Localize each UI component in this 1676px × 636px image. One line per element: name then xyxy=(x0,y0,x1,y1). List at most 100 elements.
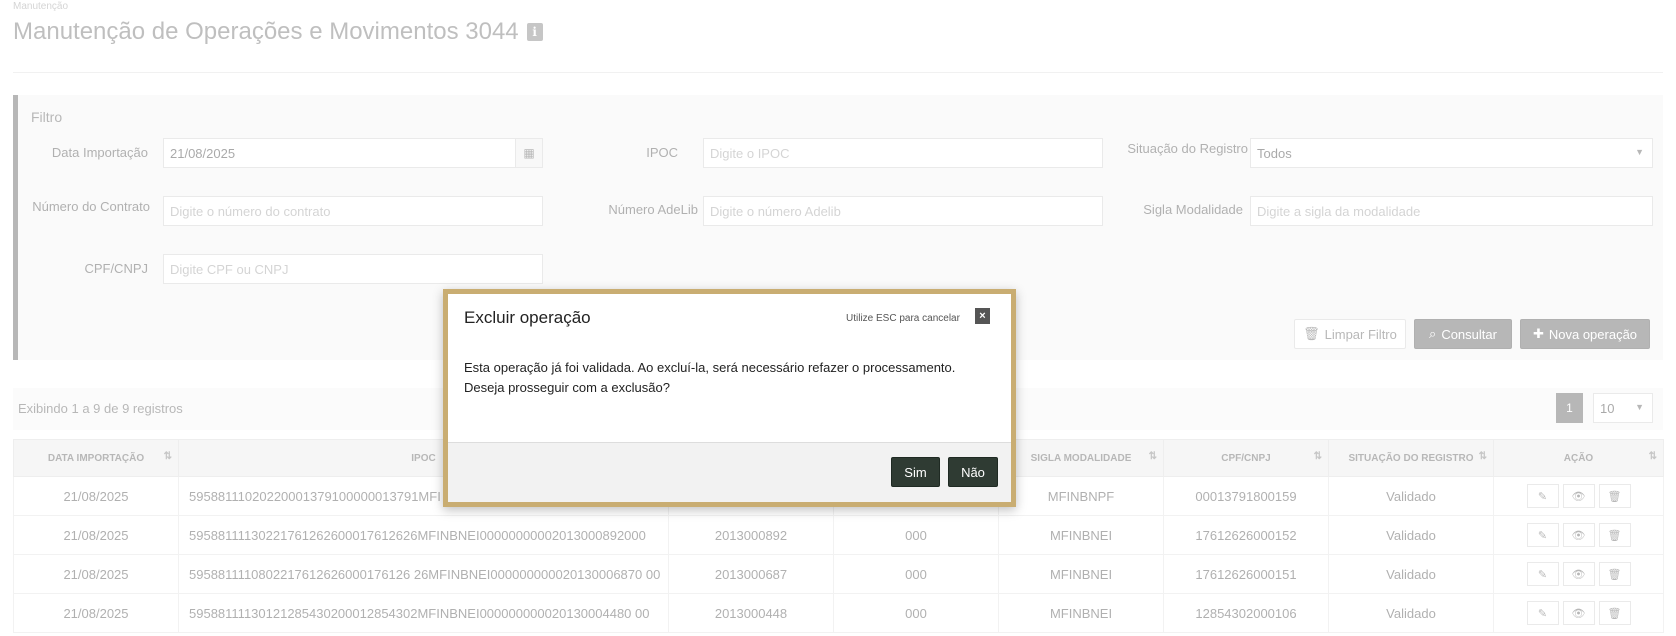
sort-icon: ⇅ xyxy=(1313,451,1322,462)
confirm-no-button[interactable]: Não xyxy=(948,457,998,487)
records-count: Exibindo 1 a 9 de 9 registros xyxy=(18,401,183,416)
cell-data: 21/08/2025 xyxy=(13,554,179,594)
cell-data: 21/08/2025 xyxy=(13,476,179,516)
ipoc-label: IPOC xyxy=(646,145,678,160)
col-data-importacao[interactable]: DATA IMPORTAÇÃO ⇅ xyxy=(13,439,179,477)
trash-icon[interactable]: 🗑 xyxy=(1598,601,1631,625)
consultar-button[interactable]: ⌕ Consultar xyxy=(1414,319,1512,349)
edit-icon[interactable]: ✎ xyxy=(1526,562,1559,586)
dialog-message: Esta operação já foi validada. Ao excluí… xyxy=(464,358,955,398)
cell-situacao: Validado xyxy=(1328,554,1494,594)
cell-acao: ✎ 👁 🗑 xyxy=(1493,515,1664,555)
cpf-cnpj-input[interactable]: Digite CPF ou CNPJ xyxy=(163,254,543,284)
numero-contrato-input[interactable]: Digite o número do contrato xyxy=(163,196,543,226)
cell-cpf-cnpj: 17612626000152 xyxy=(1163,515,1329,555)
dialog-footer: Sim Não xyxy=(448,442,1011,502)
info-icon[interactable]: i xyxy=(526,23,543,41)
data-importacao-field[interactable]: 21/08/2025 ▦ xyxy=(163,138,543,168)
cell-situacao: Validado xyxy=(1328,476,1494,516)
cell-data: 21/08/2025 xyxy=(13,515,179,555)
cell-code: 000 xyxy=(833,515,999,555)
cell-adelib: 2013000892 xyxy=(668,515,834,555)
cell-code: 000 xyxy=(833,593,999,633)
filter-title: Filtro xyxy=(31,109,63,125)
cell-ipoc: 5958811110802217612626000176126 26MFINBN… xyxy=(178,554,669,594)
eye-icon[interactable]: 👁 xyxy=(1562,484,1595,508)
trash-icon[interactable]: 🗑 xyxy=(1598,523,1631,547)
trash-icon: 🗑 xyxy=(1303,326,1320,341)
cell-acao: ✎ 👁 🗑 xyxy=(1493,593,1664,633)
esc-hint: Utilize ESC para cancelar xyxy=(846,313,960,324)
eye-icon[interactable]: 👁 xyxy=(1562,523,1595,547)
close-icon[interactable]: × xyxy=(975,308,990,324)
edit-icon[interactable]: ✎ xyxy=(1526,484,1559,508)
delete-dialog-body: Excluir operação Utilize ESC para cancel… xyxy=(448,294,1011,502)
calendar-icon[interactable]: ▦ xyxy=(515,139,542,167)
situacao-select[interactable]: Todos ▼ xyxy=(1250,138,1653,168)
sigla-modalidade-label: Sigla Modalidade xyxy=(1143,202,1243,217)
eye-icon[interactable]: 👁 xyxy=(1562,562,1595,586)
page-title: Manutenção de Operações e Movimentos 304… xyxy=(13,18,543,46)
ipoc-input[interactable]: Digite o IPOC xyxy=(703,138,1103,168)
page-size-value: 10 xyxy=(1600,400,1615,416)
numero-contrato-label: Número do Contrato xyxy=(32,199,150,214)
cell-cpf-cnpj: 00013791800159 xyxy=(1163,476,1329,516)
chevron-down-icon: ▼ xyxy=(1635,147,1644,157)
cell-acao: ✎ 👁 🗑 xyxy=(1493,476,1664,516)
cell-sigla: MFINBNEI xyxy=(998,554,1164,594)
cell-ipoc: 59588111130221761262600017612626MFINBNEI… xyxy=(178,515,669,555)
page-button-1[interactable]: 1 xyxy=(1556,393,1583,423)
cell-data: 21/08/2025 xyxy=(13,593,179,633)
table-row[interactable]: 21/08/2025 59588111108022176126260001761… xyxy=(13,554,1664,594)
table-row[interactable]: 21/08/2025 59588111130121285430200012854… xyxy=(13,593,1664,633)
sort-icon: ⇅ xyxy=(1648,451,1657,462)
numero-adelib-label: Número AdeLib xyxy=(608,202,698,217)
cell-ipoc: 59588111130121285430200012854302MFINBNEI… xyxy=(178,593,669,633)
cell-cpf-cnpj: 17612626000151 xyxy=(1163,554,1329,594)
dialog-message-line-2: Deseja prosseguir com a exclusão? xyxy=(464,380,670,395)
cpf-cnpj-label: CPF/CNPJ xyxy=(84,261,148,276)
sigla-modalidade-input[interactable]: Digite a sigla da modalidade xyxy=(1250,196,1653,226)
trash-icon[interactable]: 🗑 xyxy=(1598,562,1631,586)
cell-sigla: MFINBNEI xyxy=(998,515,1164,555)
edit-icon[interactable]: ✎ xyxy=(1526,601,1559,625)
eye-icon[interactable]: 👁 xyxy=(1562,601,1595,625)
page-title-text: Manutenção de Operações e Movimentos 304… xyxy=(13,18,519,45)
search-icon: ⌕ xyxy=(1429,326,1437,341)
cell-situacao: Validado xyxy=(1328,515,1494,555)
chevron-down-icon: ▼ xyxy=(1635,402,1644,412)
edit-icon[interactable]: ✎ xyxy=(1526,523,1559,547)
sort-icon: ⇅ xyxy=(163,451,172,462)
plus-icon: ✚ xyxy=(1532,326,1544,341)
dialog-title: Excluir operação xyxy=(464,308,591,327)
cell-sigla: MFINBNPF xyxy=(998,476,1164,516)
trash-icon[interactable]: 🗑 xyxy=(1598,484,1631,508)
col-sigla-modalidade[interactable]: SIGLA MODALIDADE ⇅ xyxy=(998,439,1164,477)
limpar-filtro-label: Limpar Filtro xyxy=(1324,326,1397,342)
cell-sigla: MFINBNEI xyxy=(998,593,1164,633)
col-cpf-cnpj[interactable]: CPF/CNPJ ⇅ xyxy=(1163,439,1329,477)
confirm-yes-button[interactable]: Sim xyxy=(891,457,940,487)
col-situacao[interactable]: SITUAÇÃO DO REGISTRO ⇅ xyxy=(1328,439,1494,477)
nova-operacao-label: Nova operação xyxy=(1548,326,1638,342)
col-acao: AÇÃO ⇅ xyxy=(1493,439,1664,477)
data-importacao-value: 21/08/2025 xyxy=(170,145,236,161)
cell-cpf-cnpj: 12854302000106 xyxy=(1163,593,1329,633)
numero-adelib-input[interactable]: Digite o número Adelib xyxy=(703,196,1103,226)
cell-acao: ✎ 👁 🗑 xyxy=(1493,554,1664,594)
divider xyxy=(13,72,1663,73)
delete-dialog: Excluir operação Utilize ESC para cancel… xyxy=(443,289,1016,507)
table-row[interactable]: 21/08/2025 59588111130221761262600017612… xyxy=(13,515,1664,555)
nova-operacao-button[interactable]: ✚ Nova operação xyxy=(1520,319,1650,349)
cell-adelib: 2013000687 xyxy=(668,554,834,594)
cell-code: 000 xyxy=(833,554,999,594)
breadcrumb: Manutenção xyxy=(13,1,69,12)
consultar-label: Consultar xyxy=(1441,326,1497,342)
cell-adelib: 2013000448 xyxy=(668,593,834,633)
limpar-filtro-button[interactable]: 🗑 Limpar Filtro xyxy=(1294,319,1406,349)
situacao-label: Situação do Registro xyxy=(1127,141,1248,156)
sort-icon: ⇅ xyxy=(1478,451,1487,462)
dialog-message-line-1: Esta operação já foi validada. Ao excluí… xyxy=(464,360,956,375)
page-size-select[interactable]: 10 ▼ xyxy=(1593,393,1653,423)
sort-icon: ⇅ xyxy=(1148,451,1157,462)
